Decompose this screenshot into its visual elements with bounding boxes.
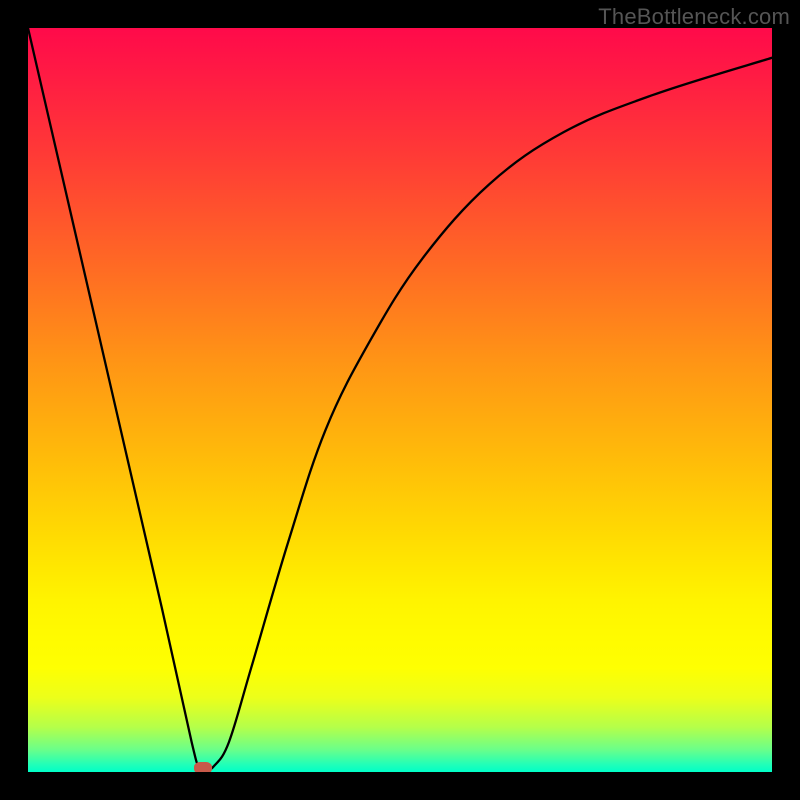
optimum-marker <box>194 762 212 772</box>
chart-frame: TheBottleneck.com <box>0 0 800 800</box>
bottleneck-curve <box>28 28 772 772</box>
plot-area <box>28 28 772 772</box>
watermark-text: TheBottleneck.com <box>598 4 790 30</box>
